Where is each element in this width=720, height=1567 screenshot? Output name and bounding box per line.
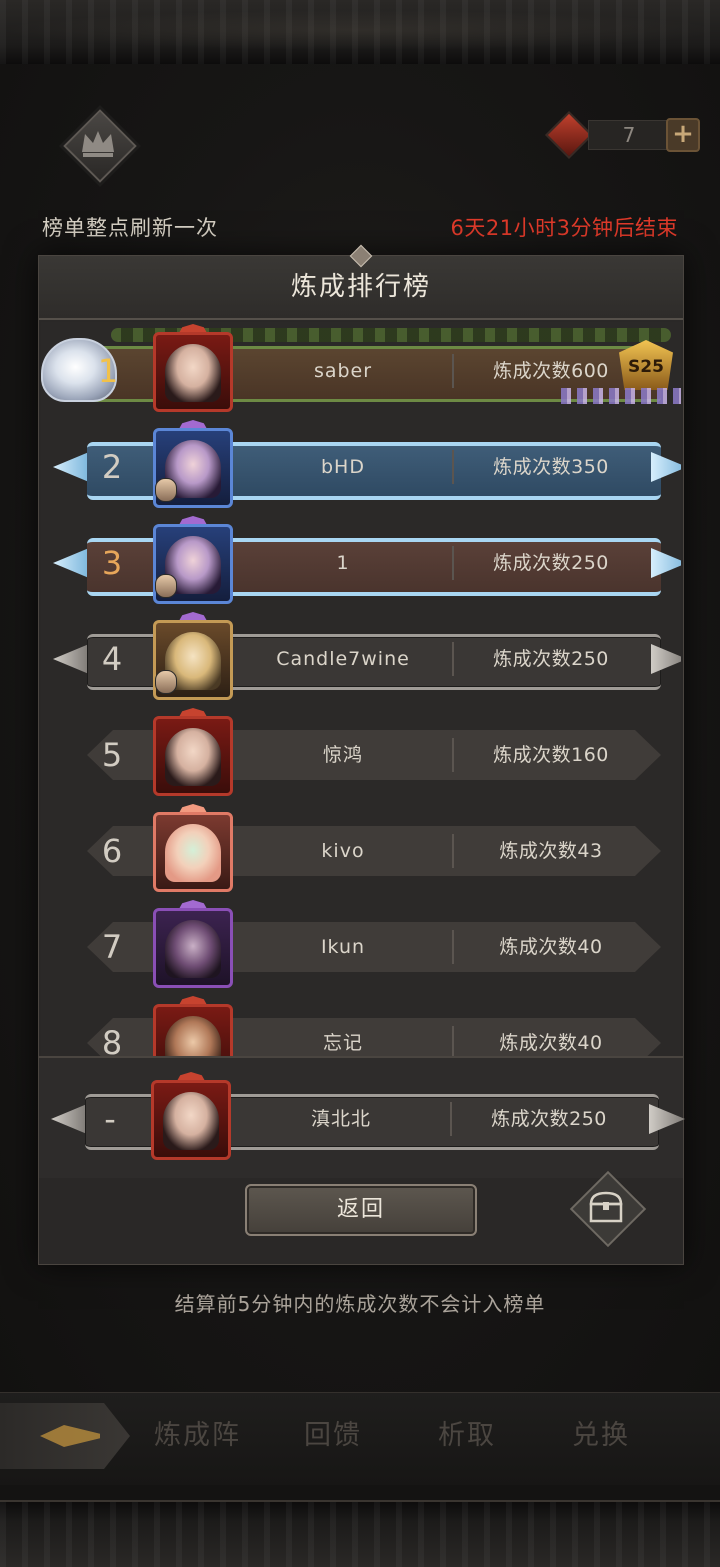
ranking-row[interactable]: 4 Candle7wine 炼成次数250 bbox=[41, 610, 681, 706]
crown-icon bbox=[82, 131, 114, 157]
ranking-row[interactable]: 1 saber 炼成次数600 S25 bbox=[41, 322, 681, 418]
tab-extract[interactable]: 析取 bbox=[438, 1411, 496, 1461]
my-rank: - bbox=[104, 1100, 116, 1138]
refine-count: 炼成次数40 bbox=[499, 936, 603, 958]
refresh-note: 榜单整点刷新一次 bbox=[42, 216, 218, 240]
chest-icon bbox=[589, 1191, 623, 1223]
avatar[interactable] bbox=[153, 996, 233, 1056]
player-name: kivo bbox=[321, 840, 365, 862]
rank-number: 1 bbox=[97, 352, 119, 390]
refine-count: 炼成次数43 bbox=[499, 840, 603, 862]
settle-note: 结算前5分钟内的炼成次数不会计入榜单 bbox=[174, 1292, 546, 1316]
rank-number: 3 bbox=[101, 544, 123, 582]
bottom-nav: 炼成阵 回馈 析取 兑换 bbox=[0, 1392, 720, 1485]
ranking-list[interactable]: 1 saber 炼成次数600 S25 2 bHD 炼成次数350 3 1 炼成… bbox=[41, 322, 681, 1056]
rank-number: 8 bbox=[101, 1024, 123, 1056]
crown-badge[interactable] bbox=[62, 108, 137, 183]
countdown-timer: 6天21小时3分钟后结束 bbox=[450, 216, 678, 240]
tab-feedback[interactable]: 回馈 bbox=[304, 1411, 362, 1461]
ranking-row[interactable]: 2 bHD 炼成次数350 bbox=[41, 418, 681, 514]
my-name: 滇北北 bbox=[310, 1108, 371, 1130]
rank-number: 5 bbox=[101, 736, 123, 774]
ranking-row[interactable]: 3 1 炼成次数250 bbox=[41, 514, 681, 610]
player-name: saber bbox=[313, 360, 373, 382]
ranking-row[interactable]: 8 忘记 炼成次数40 bbox=[41, 994, 681, 1056]
rank-number: 6 bbox=[101, 832, 123, 870]
bottom-ornate-border bbox=[0, 1500, 720, 1567]
rank-number: 7 bbox=[101, 928, 123, 966]
player-name: Candle7wine bbox=[276, 648, 410, 670]
rank-number: 2 bbox=[101, 448, 123, 486]
my-refine-count: 炼成次数250 bbox=[491, 1108, 607, 1130]
currency-display: 7 + bbox=[544, 110, 700, 160]
tab-exchange[interactable]: 兑换 bbox=[572, 1411, 630, 1461]
reward-chest-button[interactable] bbox=[569, 1170, 647, 1248]
red-gem-icon bbox=[544, 110, 594, 160]
avatar[interactable] bbox=[153, 612, 233, 700]
currency-count: 7 bbox=[588, 120, 670, 150]
player-name: 1 bbox=[336, 552, 350, 574]
ranking-row[interactable]: 6 kivo 炼成次数43 bbox=[41, 802, 681, 898]
refine-count: 炼成次数160 bbox=[493, 744, 609, 766]
avatar[interactable] bbox=[153, 708, 233, 796]
flower-decoration bbox=[561, 388, 681, 404]
my-avatar[interactable] bbox=[151, 1072, 231, 1160]
player-name: 忘记 bbox=[322, 1032, 363, 1054]
player-name: Ikun bbox=[320, 936, 366, 958]
player-name: 惊鸿 bbox=[322, 744, 363, 766]
ranking-row[interactable]: 7 Ikun 炼成次数40 bbox=[41, 898, 681, 994]
avatar[interactable] bbox=[153, 804, 233, 892]
arrow-left-icon bbox=[40, 1425, 100, 1447]
nav-back-button[interactable] bbox=[0, 1403, 130, 1469]
my-ranking-section: - 滇北北 炼成次数250 bbox=[39, 1056, 685, 1178]
avatar[interactable] bbox=[153, 420, 233, 508]
avatar[interactable] bbox=[153, 900, 233, 988]
avatar[interactable] bbox=[153, 516, 233, 604]
tab-refine-array[interactable]: 炼成阵 bbox=[154, 1411, 241, 1461]
player-name: bHD bbox=[321, 456, 365, 478]
rank-number: 4 bbox=[101, 640, 123, 678]
refine-count: 炼成次数40 bbox=[499, 1032, 603, 1054]
modal-title: 炼成排行榜 bbox=[290, 272, 431, 302]
top-ornate-border bbox=[0, 0, 720, 66]
refine-count: 炼成次数350 bbox=[493, 456, 609, 478]
refine-count: 炼成次数250 bbox=[493, 552, 609, 574]
my-ranking-row[interactable]: - 滇北北 炼成次数250 bbox=[39, 1070, 685, 1166]
add-currency-button[interactable]: + bbox=[666, 118, 700, 152]
back-button[interactable]: 返回 bbox=[245, 1184, 477, 1236]
ranking-row[interactable]: 5 惊鸿 炼成次数160 bbox=[41, 706, 681, 802]
refine-count: 炼成次数250 bbox=[493, 648, 609, 670]
ranking-modal: 炼成排行榜 1 saber 炼成次数600 S25 2 bHD 炼成次数350 … bbox=[38, 244, 685, 1265]
avatar[interactable] bbox=[153, 324, 233, 412]
